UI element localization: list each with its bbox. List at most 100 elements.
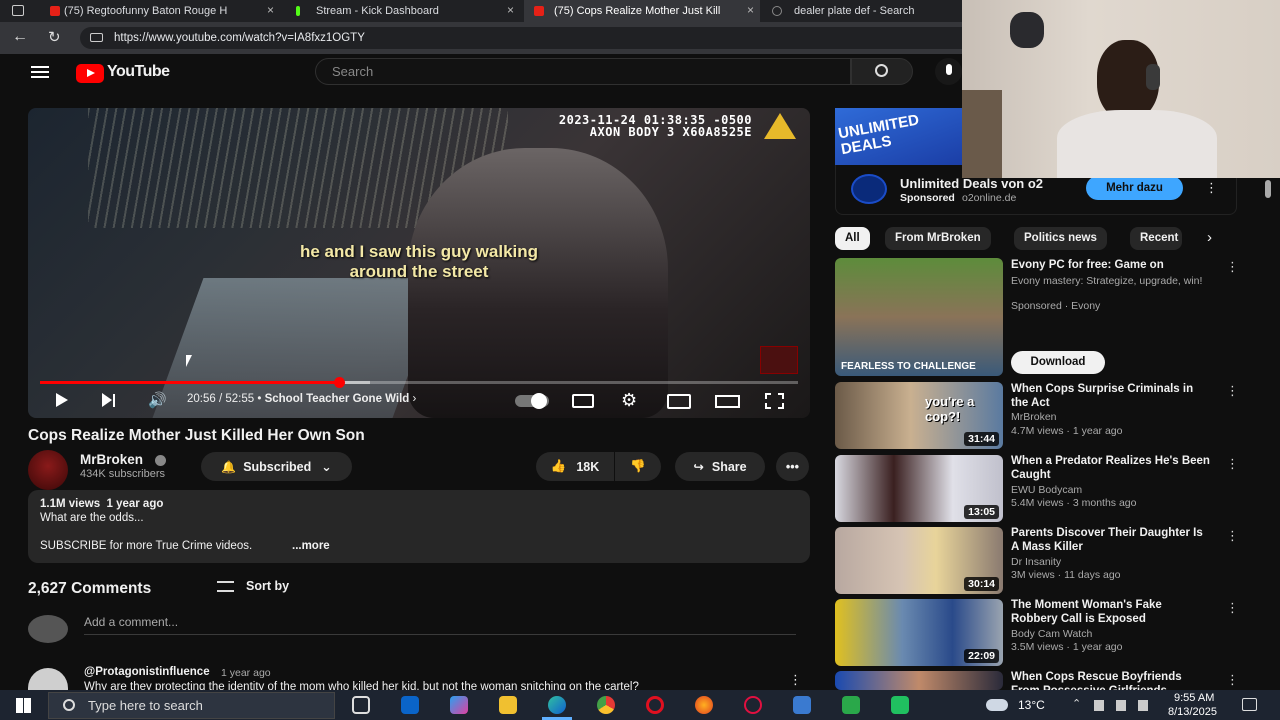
clock-time[interactable]: 9:55 AM xyxy=(1174,692,1214,704)
browser-tab-3-active[interactable]: (75) Cops Realize Mother Just Kill × xyxy=(524,0,760,22)
sort-icon[interactable] xyxy=(217,581,234,592)
tab-list-icon[interactable] xyxy=(12,5,24,16)
channel-watermark-icon[interactable] xyxy=(760,346,798,374)
search-input[interactable]: Search xyxy=(315,58,851,85)
related-more-icon[interactable]: ⋮ xyxy=(1226,259,1239,275)
fullscreen-icon[interactable] xyxy=(765,393,784,409)
add-comment-input[interactable]: Add a comment... xyxy=(84,615,796,635)
dislike-button[interactable]: 👎 xyxy=(615,452,661,481)
chip-from-channel[interactable]: From MrBroken xyxy=(885,227,991,250)
copilot-icon[interactable] xyxy=(450,696,468,714)
youtube-logo-icon[interactable] xyxy=(76,64,104,83)
related-more-icon[interactable]: ⋮ xyxy=(1226,528,1239,544)
captions-icon[interactable] xyxy=(572,394,594,408)
related-title[interactable]: Evony PC for free: Game on xyxy=(1011,258,1211,272)
app-green-icon[interactable] xyxy=(842,696,860,714)
comment-time[interactable]: 1 year ago xyxy=(221,667,271,679)
volume-icon[interactable]: 🔊 xyxy=(148,391,167,409)
firefox-icon[interactable] xyxy=(695,696,713,714)
clock-date[interactable]: 8/13/2025 xyxy=(1168,706,1217,718)
opera-gx-icon[interactable] xyxy=(744,696,762,714)
related-title[interactable]: When Cops Surprise Criminals in the Act xyxy=(1011,382,1211,410)
description-more-link[interactable]: ...more xyxy=(292,540,330,552)
related-title[interactable]: Parents Discover Their Daughter Is A Mas… xyxy=(1011,526,1211,554)
kick-app-icon[interactable] xyxy=(891,696,909,714)
commenter-avatar[interactable] xyxy=(28,668,68,690)
search-button[interactable] xyxy=(851,58,913,85)
file-explorer-icon[interactable] xyxy=(499,696,517,714)
voice-search-button[interactable] xyxy=(935,58,962,85)
sort-by-button[interactable]: Sort by xyxy=(246,579,289,593)
browser-tab-1[interactable]: (75) Regtoofunny Baton Rouge H × xyxy=(44,0,280,22)
site-info-icon[interactable] xyxy=(90,33,103,42)
back-arrow-icon[interactable]: ← xyxy=(12,28,28,46)
address-bar[interactable]: https://www.youtube.com/watch?v=IA8fxz1O… xyxy=(80,27,980,49)
reload-icon[interactable]: ↻ xyxy=(48,28,61,46)
windows-start-icon[interactable] xyxy=(16,698,31,713)
chevron-right-icon[interactable]: › xyxy=(413,393,417,405)
chevron-up-icon[interactable]: ⌃ xyxy=(1072,697,1081,710)
play-icon[interactable] xyxy=(56,393,68,407)
related-thumbnail[interactable]: 22:09 xyxy=(835,599,1003,666)
related-more-icon[interactable]: ⋮ xyxy=(1226,600,1239,616)
related-more-icon[interactable]: ⋮ xyxy=(1226,383,1239,399)
close-tab-icon[interactable]: × xyxy=(267,3,274,17)
chips-next-icon[interactable]: › xyxy=(1207,229,1212,246)
store-icon[interactable] xyxy=(793,696,811,714)
system-tray-icons[interactable] xyxy=(1094,700,1160,711)
chevron-down-icon: ⌄ xyxy=(321,460,332,474)
weather-temperature[interactable]: 13°C xyxy=(1018,698,1045,712)
weather-cloud-icon[interactable] xyxy=(986,699,1008,711)
more-actions-button[interactable]: ••• xyxy=(776,452,809,481)
theater-mode-icon[interactable] xyxy=(715,395,740,408)
related-channel[interactable]: Body Cam Watch xyxy=(1011,628,1092,640)
channel-name[interactable]: MrBroken xyxy=(80,452,143,467)
subscribed-button[interactable]: 🔔 Subscribed ⌄ xyxy=(201,452,352,481)
task-view-icon[interactable] xyxy=(352,696,370,714)
chip-all[interactable]: All xyxy=(835,227,870,250)
browser-tab-2[interactable]: Stream - Kick Dashboard × xyxy=(284,0,520,22)
sidebar-scrollbar[interactable] xyxy=(1263,178,1271,684)
chapter-title[interactable]: School Teacher Gone Wild xyxy=(265,393,410,405)
close-tab-icon[interactable]: × xyxy=(747,3,754,17)
related-title[interactable]: When Cops Rescue Boyfriends From Possess… xyxy=(1011,670,1211,690)
browser-tab-4[interactable]: dealer plate def - Search xyxy=(764,0,964,22)
related-thumbnail[interactable] xyxy=(835,671,1003,690)
like-button[interactable]: 👍 18K xyxy=(536,452,614,481)
next-icon[interactable] xyxy=(102,393,112,407)
related-thumbnail[interactable]: 13:05 xyxy=(835,455,1003,522)
share-button[interactable]: ↪ Share xyxy=(675,452,765,481)
taskbar-search-input[interactable]: Type here to search xyxy=(48,692,335,719)
related-thumbnail[interactable]: FEARLESS TO CHALLENGE xyxy=(835,258,1003,376)
related-channel[interactable]: Dr Insanity xyxy=(1011,556,1061,568)
close-tab-icon[interactable]: × xyxy=(507,3,514,17)
comment-more-icon[interactable]: ⋮ xyxy=(789,672,802,688)
scrollbar-thumb[interactable] xyxy=(1265,180,1271,198)
menu-hamburger-icon[interactable] xyxy=(31,66,49,78)
youtube-logo-text[interactable]: YouTube xyxy=(107,63,170,81)
video-player[interactable]: 2023-11-24 01:38:35 -0500 AXON BODY 3 X6… xyxy=(28,108,810,418)
related-more-icon[interactable]: ⋮ xyxy=(1226,456,1239,472)
related-channel[interactable]: MrBroken xyxy=(1011,411,1057,423)
outlook-icon[interactable] xyxy=(401,696,419,714)
channel-avatar[interactable] xyxy=(28,450,68,490)
download-button[interactable]: Download xyxy=(1011,351,1105,374)
notifications-icon[interactable] xyxy=(1242,698,1257,711)
edge-icon[interactable] xyxy=(548,696,566,714)
related-thumbnail[interactable]: you're a cop?! 31:44 xyxy=(835,382,1003,449)
description-box[interactable]: 1.1M views 1 year ago What are the odds.… xyxy=(28,490,810,563)
chrome-icon[interactable] xyxy=(597,696,615,714)
related-thumbnail[interactable]: 30:14 xyxy=(835,527,1003,594)
related-channel[interactable]: EWU Bodycam xyxy=(1011,484,1082,496)
miniplayer-icon[interactable] xyxy=(667,394,691,409)
opera-icon[interactable] xyxy=(646,696,664,714)
caption-line-1: he and I saw this guy walking xyxy=(299,242,539,261)
chip-recent[interactable]: Recent xyxy=(1130,227,1182,250)
related-title[interactable]: When a Predator Realizes He's Been Caugh… xyxy=(1011,454,1211,482)
related-more-icon[interactable]: ⋮ xyxy=(1226,672,1239,688)
comment-author[interactable]: @Protagonistinfluence xyxy=(84,666,210,678)
settings-gear-icon[interactable]: ⚙ xyxy=(621,390,637,411)
chip-politics-news[interactable]: Politics news xyxy=(1014,227,1107,250)
related-title[interactable]: The Moment Woman's Fake Robbery Call is … xyxy=(1011,598,1211,626)
ad-banner-image[interactable]: UNLIMITED DEALS xyxy=(835,108,962,165)
